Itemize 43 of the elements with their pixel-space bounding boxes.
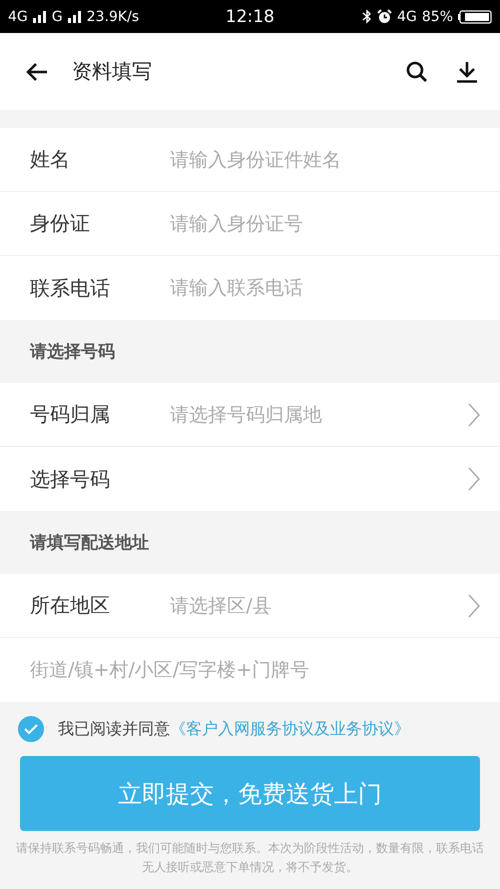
field-label: 姓名	[30, 146, 71, 173]
input-field[interactable]: 请输入身份证件姓名	[170, 148, 480, 170]
signal-icon	[32, 10, 47, 22]
chevron-right-icon	[468, 402, 480, 426]
select-placeholder: 请选择号码归属地	[170, 402, 323, 428]
battery-percent: 85%	[422, 8, 453, 24]
checkmark-icon	[24, 724, 38, 734]
select-row[interactable]: 选择号码	[0, 447, 500, 511]
input-row[interactable]: 姓名 请输入身份证件姓名	[0, 128, 500, 192]
notice-text: 请保持联系号码畅通，我们可能随时与您联系。本次为阶段性活动，数量有限，联系电话无人接听或恶意下单情况，将不予发货。	[15, 840, 485, 876]
input-row[interactable]: 街道/镇+村/小区/写字楼+门牌号	[0, 638, 500, 702]
network-label: 4G	[397, 8, 417, 24]
checkbox[interactable]	[18, 716, 44, 742]
back-arrow-icon[interactable]	[26, 62, 48, 82]
chevron-right-icon	[468, 467, 480, 491]
search-icon[interactable]	[406, 60, 428, 82]
network-speed: 23.9K/s	[86, 8, 139, 24]
field-label: 联系电话	[30, 274, 111, 302]
alarm-clock-icon	[377, 9, 392, 24]
download-icon[interactable]	[456, 60, 478, 82]
input-field[interactable]: 请输入身份证号	[170, 212, 480, 234]
network-label: 4G	[8, 8, 28, 24]
agreement-text: 我已阅读并同意	[58, 718, 170, 740]
field-label: 选择号码	[30, 466, 111, 492]
chevron-right-icon	[468, 594, 480, 618]
signal-icon	[68, 10, 82, 22]
field-label: 所在地区	[30, 592, 111, 619]
network-label: G	[52, 8, 63, 24]
input-field[interactable]: 请输入联系电话	[170, 277, 480, 299]
input-field[interactable]: 街道/镇+村/小区/写字楼+门牌号	[30, 659, 480, 681]
battery-icon	[458, 10, 492, 24]
page-title: 资料填写	[72, 58, 152, 85]
section-heading: 请选择号码	[30, 341, 115, 363]
select-row[interactable]: 号码归属 请选择号码归属地	[0, 383, 500, 447]
input-row[interactable]: 身份证 请输入身份证号	[0, 192, 500, 256]
clock: 12:18	[226, 6, 274, 26]
field-label: 号码归属	[30, 401, 111, 428]
field-label: 身份证	[30, 210, 91, 237]
input-row[interactable]: 联系电话 请输入联系电话	[0, 256, 500, 320]
bluetooth-icon	[362, 9, 372, 24]
select-placeholder: 请选择区/县	[170, 594, 272, 618]
section-heading: 请填写配送地址	[30, 532, 149, 554]
select-row[interactable]: 所在地区 请选择区/县	[0, 574, 500, 638]
